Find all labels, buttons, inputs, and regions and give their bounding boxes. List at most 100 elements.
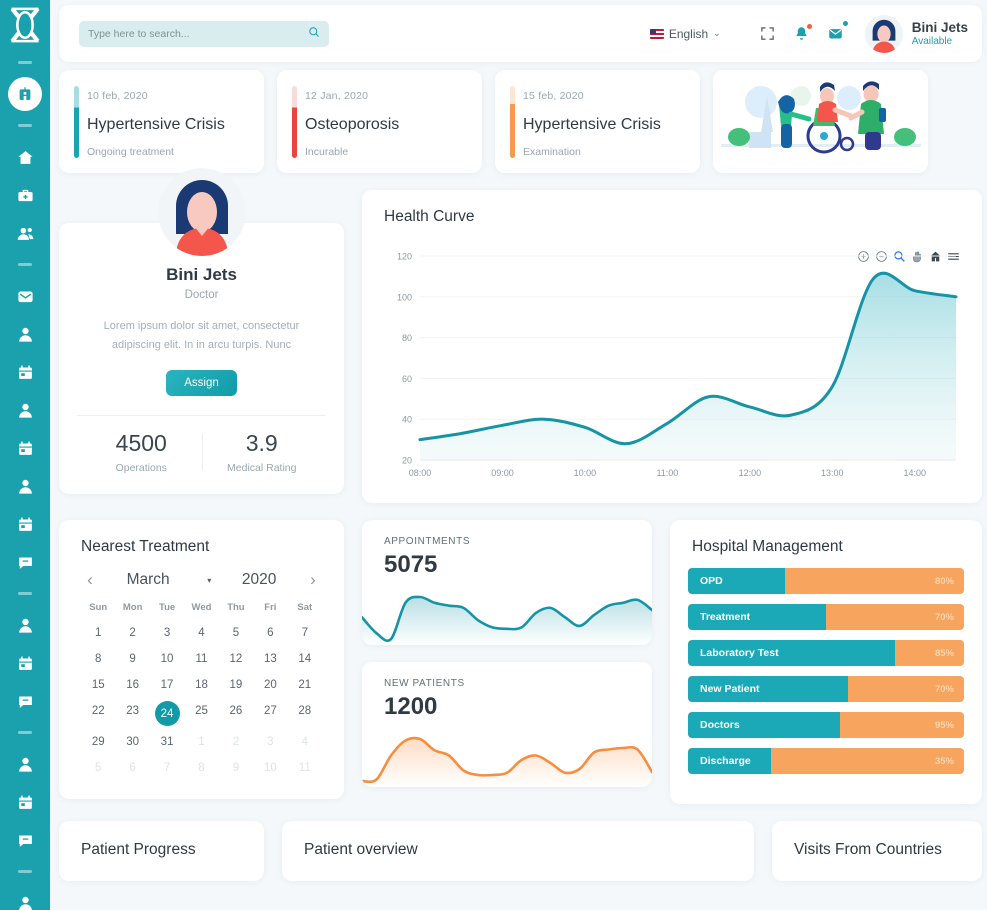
search-input[interactable] <box>88 27 308 40</box>
search-box[interactable] <box>79 20 329 47</box>
calendar-day[interactable]: 13 <box>253 646 287 672</box>
management-bar-row[interactable]: Discharge 35% <box>688 748 964 774</box>
calendar-day[interactable]: 6 <box>115 755 149 781</box>
sidebar-item-calendar-5[interactable] <box>0 783 50 821</box>
calendar-day[interactable]: 29 <box>81 729 115 755</box>
management-bar-row[interactable]: OPD 80% <box>688 568 964 594</box>
calendar-day[interactable]: 3 <box>253 729 287 755</box>
profile-role: Doctor <box>184 289 219 301</box>
calendar-day[interactable]: 25 <box>184 698 218 729</box>
calendar-day[interactable]: 20 <box>253 672 287 698</box>
sidebar-item-chat-1[interactable] <box>0 543 50 581</box>
calendar-month[interactable]: March <box>127 571 170 589</box>
calendar-day[interactable]: 10 <box>253 755 287 781</box>
calendar-day[interactable]: 8 <box>184 755 218 781</box>
stat-medical-rating: 3.9 Medical Rating <box>201 430 323 474</box>
sidebar-item-calendar-3[interactable] <box>0 505 50 543</box>
calendar-day[interactable]: 12 <box>219 646 253 672</box>
health-curve-chart[interactable]: 20 40 60 80 100 120 08:00 09:00 10:00 11:00 12:00 1… <box>362 242 982 492</box>
sidebar-item-chat-2[interactable] <box>0 682 50 720</box>
sidebar-item-user-3[interactable] <box>0 467 50 505</box>
sidebar-item-calendar-4[interactable] <box>0 644 50 682</box>
calendar-day[interactable]: 2 <box>219 729 253 755</box>
sidebar-item-calendar-2[interactable] <box>0 429 50 467</box>
calendar-day[interactable]: 8 <box>81 646 115 672</box>
calendar-caret-icon[interactable]: ▾ <box>207 576 211 585</box>
calendar-day[interactable]: 15 <box>81 672 115 698</box>
prev-month-button[interactable]: ‹ <box>81 570 99 590</box>
calendar-day[interactable]: 3 <box>150 620 184 646</box>
management-bar-row[interactable]: Laboratory Test 85% <box>688 640 964 666</box>
hospital-logo[interactable] <box>5 6 45 44</box>
mail-icon <box>17 291 33 302</box>
calendar-day[interactable]: 1 <box>184 729 218 755</box>
calendar-day[interactable]: 4 <box>288 729 322 755</box>
sidebar-item-patients[interactable] <box>0 214 50 252</box>
calendar-day[interactable]: 10 <box>150 646 184 672</box>
sidebar-item-user-2[interactable] <box>0 391 50 429</box>
sidebar-item-calendar-1[interactable] <box>0 353 50 391</box>
sidebar-item-hospital[interactable] <box>0 75 50 113</box>
visits-from-countries-title: Visits From Countries <box>794 841 942 858</box>
calendar-day[interactable]: 18 <box>184 672 218 698</box>
sidebar-separator <box>18 61 32 64</box>
calendar-day[interactable]: 31 <box>150 729 184 755</box>
calendar-day[interactable]: 9 <box>219 755 253 781</box>
calendar-day[interactable]: 6 <box>253 620 287 646</box>
search-icon[interactable] <box>308 25 320 43</box>
calendar-dow: Mon <box>122 602 143 613</box>
health-curve-title: Health Curve <box>384 208 475 225</box>
calendar-day[interactable]: 14 <box>288 646 322 672</box>
user-menu[interactable]: Bini Jets Available <box>864 14 968 53</box>
chat-icon <box>18 696 32 708</box>
condition-card[interactable]: 15 feb, 2020 Hypertensive Crisis Examina… <box>495 70 700 173</box>
header-actions: English ⌄ Bini Jets Available <box>649 14 968 53</box>
sidebar-item-user-1[interactable] <box>0 315 50 353</box>
calendar-day[interactable]: 17 <box>150 672 184 698</box>
calendar-day[interactable]: 21 <box>288 672 322 698</box>
sidebar-item-user-5[interactable] <box>0 745 50 783</box>
calendar-day[interactable]: 28 <box>288 698 322 729</box>
calendar-day[interactable]: 9 <box>115 646 149 672</box>
calendar-day[interactable]: 23 <box>115 698 149 729</box>
calendar-day[interactable]: 5 <box>219 620 253 646</box>
calendar-day[interactable]: 4 <box>184 620 218 646</box>
assign-button[interactable]: Assign <box>166 370 237 397</box>
messages-button[interactable] <box>819 17 853 51</box>
management-bar-row[interactable]: New Patient 70% <box>688 676 964 702</box>
calendar-day[interactable]: 16 <box>115 672 149 698</box>
calendar-day[interactable]: 27 <box>253 698 287 729</box>
bar-percent: 80% <box>934 575 954 587</box>
sidebar-item-medical-kit[interactable] <box>0 176 50 214</box>
calendar-day[interactable]: 2 <box>115 620 149 646</box>
status-bar <box>510 86 515 158</box>
calendar-day[interactable]: 26 <box>219 698 253 729</box>
calendar-day[interactable]: 19 <box>219 672 253 698</box>
calendar-day[interactable]: 30 <box>115 729 149 755</box>
next-month-button[interactable]: › <box>304 570 322 590</box>
calendar-day[interactable]: 24 <box>150 698 184 729</box>
sidebar-item-user-4[interactable] <box>0 606 50 644</box>
calendar-day[interactable]: 7 <box>150 755 184 781</box>
sidebar-item-mail[interactable] <box>0 277 50 315</box>
sidebar-item-home[interactable] <box>0 138 50 176</box>
condition-card[interactable]: 12 Jan, 2020 Osteoporosis Incurable <box>277 70 482 173</box>
calendar-day[interactable]: 1 <box>81 620 115 646</box>
condition-card[interactable]: 10 feb, 2020 Hypertensive Crisis Ongoing… <box>59 70 264 173</box>
language-label: English <box>668 26 709 41</box>
sidebar-item-user-6[interactable] <box>0 884 50 910</box>
calendar-day[interactable]: 22 <box>81 698 115 729</box>
fullscreen-button[interactable] <box>751 17 785 51</box>
language-selector[interactable]: English ⌄ <box>649 26 721 41</box>
nearest-treatment-card: Nearest Treatment ‹ March ▾ 2020 › Sun Mo… <box>59 520 344 799</box>
calendar-day[interactable]: 5 <box>81 755 115 781</box>
calendar-day[interactable]: 11 <box>288 755 322 781</box>
management-bar-row[interactable]: Doctors 95% <box>688 712 964 738</box>
calendar-year[interactable]: 2020 <box>242 571 276 589</box>
patient-progress-card: Patient Progress <box>59 821 264 881</box>
calendar-day[interactable]: 7 <box>288 620 322 646</box>
calendar-day[interactable]: 11 <box>184 646 218 672</box>
notifications-button[interactable] <box>785 17 819 51</box>
management-bar-row[interactable]: Treatment 70% <box>688 604 964 630</box>
sidebar-item-chat-3[interactable] <box>0 821 50 859</box>
